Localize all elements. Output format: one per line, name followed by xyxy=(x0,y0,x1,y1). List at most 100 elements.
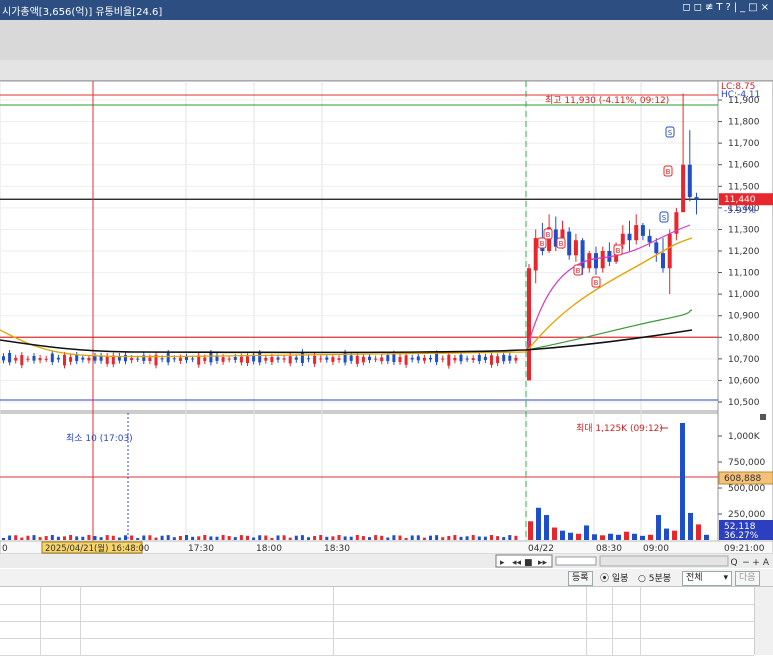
candle xyxy=(130,358,134,361)
candle xyxy=(160,358,164,360)
candle xyxy=(483,356,487,361)
nav-control-icon: + xyxy=(752,558,760,568)
candle xyxy=(307,358,310,360)
candle xyxy=(687,164,692,198)
candle xyxy=(627,233,632,241)
candle xyxy=(477,355,481,362)
volume-bar xyxy=(325,536,329,540)
chevron-down-icon: ▾ xyxy=(723,573,728,583)
candle xyxy=(640,225,645,236)
signal-label: S xyxy=(662,214,667,222)
candle xyxy=(667,233,672,269)
max-volume-annotation: 최대 1,125K (09:12) xyxy=(576,423,663,434)
candle xyxy=(166,353,170,363)
price-tick-label: 10,800 xyxy=(728,333,760,343)
volume-bar xyxy=(160,535,164,540)
volume-bar xyxy=(148,535,152,540)
volume-bar xyxy=(496,536,500,540)
nav-control-icon: ■ xyxy=(524,558,533,568)
candle xyxy=(392,353,396,362)
candle xyxy=(87,357,91,361)
volume-bar xyxy=(56,536,60,540)
pane-menu-icon xyxy=(760,414,766,420)
candle xyxy=(361,356,365,363)
daily-radio[interactable]: ⦿ 일봉 xyxy=(600,571,628,584)
signal-label: B xyxy=(576,267,581,275)
cursor-time-label: 2025/04/21(월) 16:48:00 xyxy=(45,543,149,554)
candle xyxy=(32,355,36,361)
candle xyxy=(386,355,390,362)
volume-bar xyxy=(233,537,237,540)
volume-bar xyxy=(142,535,146,540)
price-tick-label: 11,000 xyxy=(728,290,760,300)
candle xyxy=(496,356,500,364)
vertical-scrollbar[interactable] xyxy=(754,587,773,655)
candle xyxy=(502,354,506,362)
candle xyxy=(191,358,195,360)
volume-bar xyxy=(514,535,518,540)
time-tick-label: 17:30 xyxy=(188,544,214,554)
nav-control-icon: Q xyxy=(730,558,737,568)
volume-bar xyxy=(600,535,605,540)
candle xyxy=(148,357,152,362)
candle xyxy=(81,357,85,360)
volume-bar xyxy=(20,537,24,540)
volume-bar xyxy=(203,535,207,540)
price-tick-label: 10,500 xyxy=(728,398,760,408)
grid-divider xyxy=(40,587,41,655)
hc-label: HC:-4.11 xyxy=(721,90,760,100)
volume-bar xyxy=(447,535,451,540)
candle xyxy=(527,268,531,381)
time-tick-label: 18:00 xyxy=(256,544,282,554)
candle xyxy=(349,355,353,361)
volume-bar xyxy=(416,535,420,540)
volume-bar xyxy=(429,535,432,540)
candle xyxy=(221,357,225,362)
volume-bar xyxy=(209,536,213,540)
range-select[interactable]: 전체 ▾ xyxy=(682,571,732,586)
volume-bar xyxy=(44,536,48,540)
five-min-radio[interactable]: ○ 5분봉 xyxy=(638,571,671,584)
volume-bar xyxy=(14,535,18,540)
volume-bar xyxy=(130,535,134,540)
volume-bar xyxy=(117,537,121,540)
candle xyxy=(374,358,378,360)
volume-bar xyxy=(608,533,613,540)
register-button[interactable]: 등록 xyxy=(568,571,593,586)
nav-control-icon: A xyxy=(763,558,770,568)
volume-bar xyxy=(154,537,158,540)
avg-volume-label: 608,888 xyxy=(724,474,761,484)
volume-bar xyxy=(374,535,378,540)
candle xyxy=(227,358,231,360)
candle xyxy=(26,358,30,360)
candle xyxy=(44,358,48,360)
volume-bar xyxy=(69,535,73,540)
volume-bar xyxy=(483,536,487,540)
time-tick-label: 09:00 xyxy=(643,544,669,554)
time-tick-label: 08:30 xyxy=(596,544,622,554)
signal-label: B xyxy=(616,247,621,255)
candle xyxy=(20,355,24,366)
volume-bar xyxy=(300,535,304,540)
candle xyxy=(8,352,12,363)
volume-bar xyxy=(282,535,286,540)
volume-bar xyxy=(343,536,347,540)
signal-label: S xyxy=(668,129,673,137)
candle xyxy=(63,354,66,366)
candle xyxy=(136,358,140,360)
volume-bar xyxy=(656,515,661,540)
candle xyxy=(447,354,451,366)
signal-label: B xyxy=(559,240,564,248)
candle xyxy=(288,356,292,364)
volume-bar xyxy=(502,537,506,540)
candle xyxy=(429,357,432,360)
candle xyxy=(514,357,518,361)
next-button[interactable]: 다음 xyxy=(735,571,760,586)
volume-bar xyxy=(459,536,463,540)
volume-bar xyxy=(227,536,231,540)
stock-chart[interactable]: 11,90011,80011,70011,60011,50011,40011,3… xyxy=(0,0,773,569)
signal-label: B xyxy=(594,279,599,287)
volume-bar xyxy=(239,535,243,540)
volume-bar xyxy=(471,535,475,540)
nav-control-icon: ◂◂ xyxy=(512,558,522,568)
